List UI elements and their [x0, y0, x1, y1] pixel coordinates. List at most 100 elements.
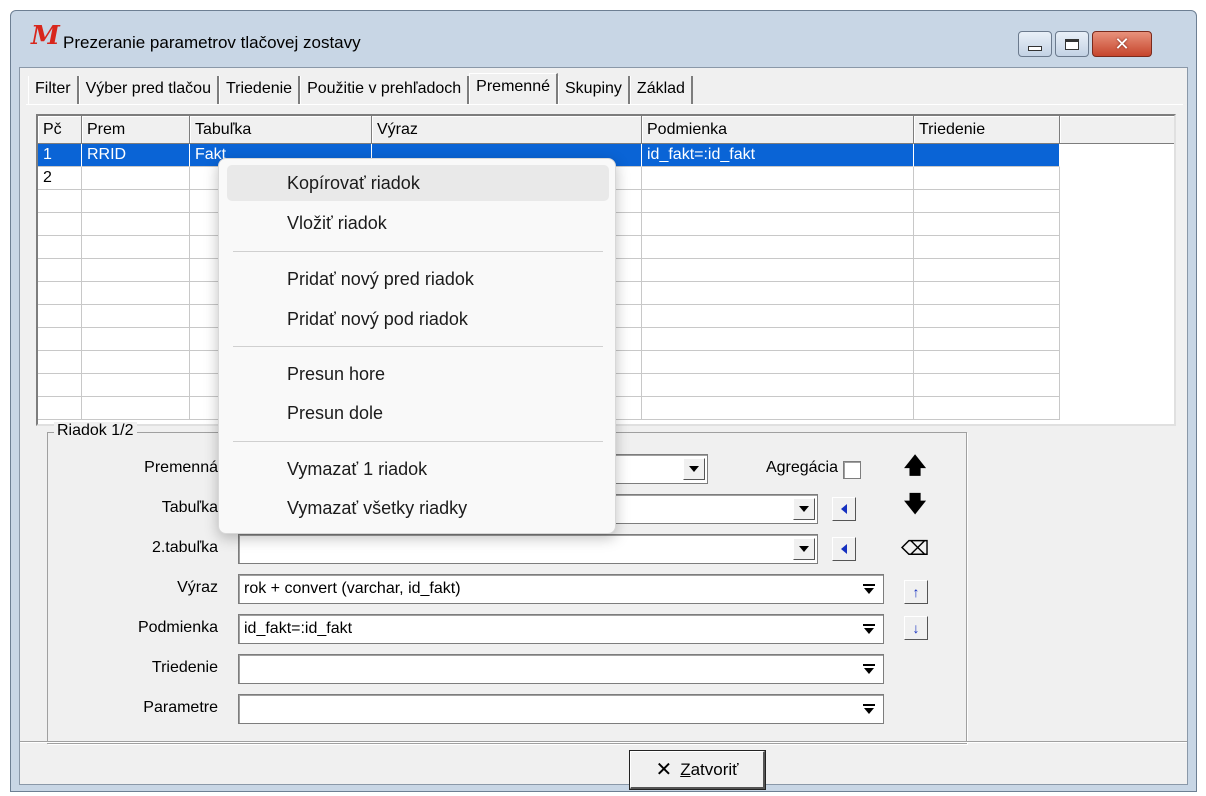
col-header-podmienka[interactable]: Podmienka — [642, 116, 914, 144]
tab-premenne[interactable]: Premenné — [469, 73, 558, 104]
label-triedenie: Triedenie — [151, 659, 218, 676]
empty-cell[interactable] — [38, 236, 82, 259]
empty-cell[interactable] — [38, 305, 82, 328]
podmienka-field[interactable]: id_fakt=:id_fakt — [238, 614, 884, 644]
empty-cell[interactable] — [38, 397, 82, 420]
minimize-button[interactable] — [1018, 31, 1052, 57]
tab-pouzitie-v-prehladoch[interactable]: Použitie v prehľadoch — [300, 76, 470, 104]
podmienka-expand-button[interactable] — [859, 618, 879, 640]
cell-prem[interactable]: RRID — [82, 144, 190, 167]
tabulka-pick-button[interactable] — [832, 497, 856, 521]
empty-cell[interactable] — [82, 190, 190, 213]
empty-cell[interactable] — [38, 213, 82, 236]
triedenie-field[interactable] — [238, 654, 884, 684]
zatvorit-button[interactable]: ✕ Zatvoriť — [629, 750, 766, 790]
col-header-triedenie[interactable]: Triedenie — [914, 116, 1060, 144]
cell-triedenie[interactable] — [914, 144, 1060, 167]
menu-item-presun-dole[interactable]: Presun dole — [227, 395, 609, 431]
col-header-prem[interactable]: Prem — [82, 116, 190, 144]
empty-cell[interactable] — [642, 397, 914, 420]
tab-triedenie[interactable]: Triedenie — [218, 76, 301, 104]
menu-item-pridat-pod[interactable]: Pridať nový pod riadok — [227, 301, 609, 337]
parametre-expand-button[interactable] — [859, 698, 879, 720]
agregacia-checkbox[interactable] — [843, 461, 861, 479]
move-down-small-button[interactable]: ↓ — [904, 616, 928, 640]
chevron-down-icon — [799, 506, 809, 512]
move-up-small-button[interactable]: ↑ — [904, 580, 928, 604]
empty-cell[interactable] — [38, 282, 82, 305]
tabulka2-pick-button[interactable] — [832, 537, 856, 561]
empty-cell[interactable] — [642, 305, 914, 328]
empty-cell[interactable] — [642, 236, 914, 259]
empty-cell[interactable] — [642, 282, 914, 305]
empty-cell[interactable] — [642, 190, 914, 213]
empty-cell[interactable] — [642, 351, 914, 374]
empty-cell[interactable] — [642, 328, 914, 351]
move-row-down-button[interactable]: 🡇 — [900, 491, 930, 521]
parametre-field[interactable] — [238, 694, 884, 724]
empty-cell[interactable] — [38, 351, 82, 374]
empty-cell[interactable] — [38, 374, 82, 397]
cell-pc[interactable]: 1 — [38, 144, 82, 167]
tab-bar: Filter Výber pred tlačou Triedenie Použi… — [28, 73, 693, 104]
empty-cell[interactable] — [914, 213, 1060, 236]
empty-cell[interactable] — [82, 282, 190, 305]
empty-cell[interactable] — [642, 213, 914, 236]
tabulka2-combo[interactable] — [238, 534, 818, 564]
maximize-button[interactable] — [1055, 31, 1089, 57]
cell-podmienka[interactable] — [642, 167, 914, 190]
menu-item-presun-hore[interactable]: Presun hore — [227, 356, 609, 392]
cell-pc[interactable]: 2 — [38, 167, 82, 190]
tab-filter[interactable]: Filter — [28, 76, 79, 104]
empty-cell[interactable] — [82, 259, 190, 282]
menu-item-vlozit-riadok[interactable]: Vložiť riadok — [227, 205, 609, 241]
col-header-pc[interactable]: Pč — [38, 116, 82, 144]
empty-cell[interactable] — [914, 305, 1060, 328]
cell-prem[interactable] — [82, 167, 190, 190]
vyraz-expand-button[interactable] — [859, 578, 879, 600]
tab-vyber-pred-tlacou[interactable]: Výber pred tlačou — [78, 76, 219, 104]
menu-item-pridat-pred[interactable]: Pridať nový pred riadok — [227, 261, 609, 297]
empty-cell[interactable] — [914, 351, 1060, 374]
empty-cell[interactable] — [38, 190, 82, 213]
empty-cell[interactable] — [38, 328, 82, 351]
cell-podmienka[interactable]: id_fakt=:id_fakt — [642, 144, 914, 167]
title-bar[interactable]: M Prezeranie parametrov tlačovej zostavy… — [11, 11, 1196, 67]
footer-divider — [20, 741, 1187, 742]
empty-cell[interactable] — [642, 374, 914, 397]
empty-cell[interactable] — [914, 374, 1060, 397]
vyraz-field[interactable]: rok + convert (varchar, id_fakt) — [238, 574, 884, 604]
cell-triedenie[interactable] — [914, 167, 1060, 190]
close-window-button[interactable]: ✕ — [1092, 31, 1152, 57]
tab-skupiny[interactable]: Skupiny — [558, 76, 630, 104]
empty-cell[interactable] — [914, 282, 1060, 305]
move-row-up-button[interactable]: 🡅 — [900, 453, 930, 483]
empty-cell[interactable] — [914, 328, 1060, 351]
tabulka2-dropdown-button[interactable] — [793, 538, 815, 560]
label-vyraz: Výraz — [177, 579, 218, 596]
empty-cell[interactable] — [82, 397, 190, 420]
empty-cell[interactable] — [82, 328, 190, 351]
empty-cell[interactable] — [914, 259, 1060, 282]
empty-cell[interactable] — [914, 397, 1060, 420]
tabulka-dropdown-button[interactable] — [793, 498, 815, 520]
empty-cell[interactable] — [642, 259, 914, 282]
empty-cell[interactable] — [82, 305, 190, 328]
empty-cell[interactable] — [914, 190, 1060, 213]
menu-item-vymazat-vsetky[interactable]: Vymazať všetky riadky — [227, 490, 609, 526]
clear-button[interactable]: ⌫ — [900, 533, 930, 563]
empty-cell[interactable] — [914, 236, 1060, 259]
empty-cell[interactable] — [82, 236, 190, 259]
col-header-tabulka[interactable]: Tabuľka — [190, 116, 372, 144]
arrow-up-small-icon: ↑ — [912, 584, 920, 600]
empty-cell[interactable] — [82, 351, 190, 374]
col-header-vyraz[interactable]: Výraz — [372, 116, 642, 144]
triedenie-expand-button[interactable] — [859, 658, 879, 680]
tab-zaklad[interactable]: Základ — [629, 76, 693, 104]
menu-item-kopirovat-riadok[interactable]: Kopírovať riadok — [227, 165, 609, 201]
empty-cell[interactable] — [82, 374, 190, 397]
empty-cell[interactable] — [38, 259, 82, 282]
close-x-icon: ✕ — [655, 759, 673, 781]
empty-cell[interactable] — [82, 213, 190, 236]
menu-item-vymazat-1-riadok[interactable]: Vymazať 1 riadok — [227, 451, 609, 487]
